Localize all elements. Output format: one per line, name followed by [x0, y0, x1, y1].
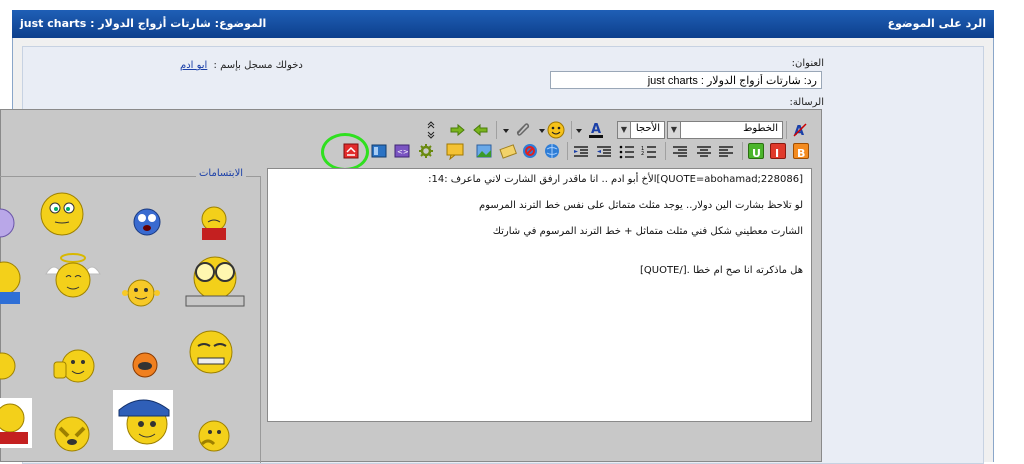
text-color-icon[interactable]: A	[588, 121, 604, 138]
svg-text:<>: <>	[397, 148, 409, 156]
smiley-icon[interactable]	[120, 276, 162, 310]
smilies-legend: الابتسامات	[196, 168, 247, 179]
topic-heading: الموضوع: شارتات أزواج الدولار : just cha…	[20, 17, 266, 30]
indent-icon[interactable]	[573, 144, 589, 160]
email-icon[interactable]	[499, 143, 517, 159]
unlink-icon[interactable]	[522, 143, 538, 159]
redo-icon[interactable]	[450, 122, 466, 138]
smiley-icon[interactable]	[0, 258, 26, 308]
align-center-icon[interactable]	[696, 144, 712, 160]
remove-format-icon[interactable]: A	[792, 122, 808, 139]
chevron-down-icon: ▼	[618, 122, 631, 138]
logged-in-info: دخولك مسجل بإسم : ابو ادم	[180, 60, 303, 71]
message-textarea[interactable]: [QUOTE=abohamad;228086]الأخ أبو ادم .. ا…	[267, 168, 812, 422]
chevron-down-icon[interactable]	[538, 123, 546, 139]
smiley-icon[interactable]	[130, 206, 164, 238]
underline-icon[interactable]: U	[748, 143, 764, 160]
html-code-icon[interactable]: <>	[394, 143, 410, 159]
svg-text:2: 2	[641, 151, 644, 157]
toolbar-separator	[742, 142, 743, 160]
attachment-icon[interactable]	[514, 121, 530, 137]
smiley-icon[interactable]	[0, 398, 32, 448]
topic-label: الموضوع:	[214, 17, 267, 30]
chevron-down-icon[interactable]	[575, 123, 583, 139]
toolbar-separator	[665, 142, 666, 160]
username-link[interactable]: ابو ادم	[180, 60, 207, 71]
toolbar-separator	[786, 121, 787, 139]
logged-in-text: دخولك مسجل بإسم :	[213, 60, 303, 71]
smiley-icon[interactable]	[547, 121, 565, 139]
code-icon[interactable]	[418, 143, 434, 159]
link-icon[interactable]	[544, 143, 560, 159]
toolbar-separator	[571, 121, 572, 139]
panel-titlebar: الرد على الموضوع الموضوع: شارتات أزواج ا…	[12, 10, 994, 38]
smiley-icon[interactable]	[194, 204, 234, 240]
italic-icon[interactable]: I	[770, 143, 786, 160]
smiley-icon[interactable]	[38, 190, 86, 238]
highlight-circle	[321, 133, 369, 171]
outdent-icon[interactable]	[596, 144, 612, 160]
php-code-icon[interactable]	[371, 143, 387, 159]
unordered-list-icon[interactable]	[619, 144, 635, 160]
svg-text:A: A	[591, 122, 601, 137]
title-input[interactable]	[550, 71, 822, 89]
title-label: العنوان:	[791, 58, 824, 69]
font-select-value: الخطوط	[743, 123, 778, 134]
quote-icon[interactable]	[446, 142, 464, 161]
smiley-icon[interactable]	[184, 254, 246, 308]
ordered-list-icon[interactable]: 12	[641, 144, 657, 160]
undo-icon[interactable]	[472, 122, 488, 138]
smiley-icon[interactable]	[130, 350, 160, 380]
message-label: الرسالة:	[789, 97, 824, 108]
message-line: هل ماذكرته انا صح ام خطا .[/QUOTE]	[639, 265, 803, 276]
message-line: الشارت معطيني شكل فني مثلث متماثل + خط ا…	[492, 226, 803, 237]
smiley-icon[interactable]	[184, 328, 238, 376]
smiley-icon[interactable]	[0, 348, 22, 382]
svg-text:I: I	[775, 147, 779, 159]
smiley-icon[interactable]	[0, 205, 16, 241]
toolbar-separator	[567, 142, 568, 160]
size-select[interactable]: ▼ الأحجا	[617, 121, 665, 139]
angel-smiley-icon[interactable]	[42, 250, 104, 306]
message-line: [QUOTE=abohamad;228086]الأخ أبو ادم .. ا…	[428, 174, 803, 185]
svg-text:U: U	[752, 147, 761, 159]
chevron-down-icon: ▼	[668, 122, 681, 138]
svg-text:B: B	[797, 147, 805, 159]
chevron-down-icon[interactable]	[502, 123, 510, 139]
align-right-icon[interactable]	[672, 144, 688, 160]
smiley-icon[interactable]	[52, 414, 92, 454]
topic-name: شارتات أزواج الدولار : just charts	[20, 17, 211, 30]
smiley-icon[interactable]	[194, 418, 234, 454]
resize-toggle-icon[interactable]	[426, 120, 436, 140]
font-select[interactable]: ▼ الخطوط	[667, 121, 783, 139]
reply-title: الرد على الموضوع	[887, 17, 986, 30]
toolbar-separator	[496, 121, 497, 139]
bold-icon[interactable]: B	[793, 143, 809, 160]
size-select-value: الأحجا	[635, 123, 660, 134]
image-icon[interactable]	[476, 143, 492, 159]
align-left-icon[interactable]	[718, 144, 734, 160]
message-line: لو تلاحظ بشارت الين دولار.. يوجد مثلث مت…	[479, 200, 803, 211]
thumbs-up-smiley-icon[interactable]	[48, 346, 98, 386]
cap-smiley-icon[interactable]	[113, 390, 173, 450]
